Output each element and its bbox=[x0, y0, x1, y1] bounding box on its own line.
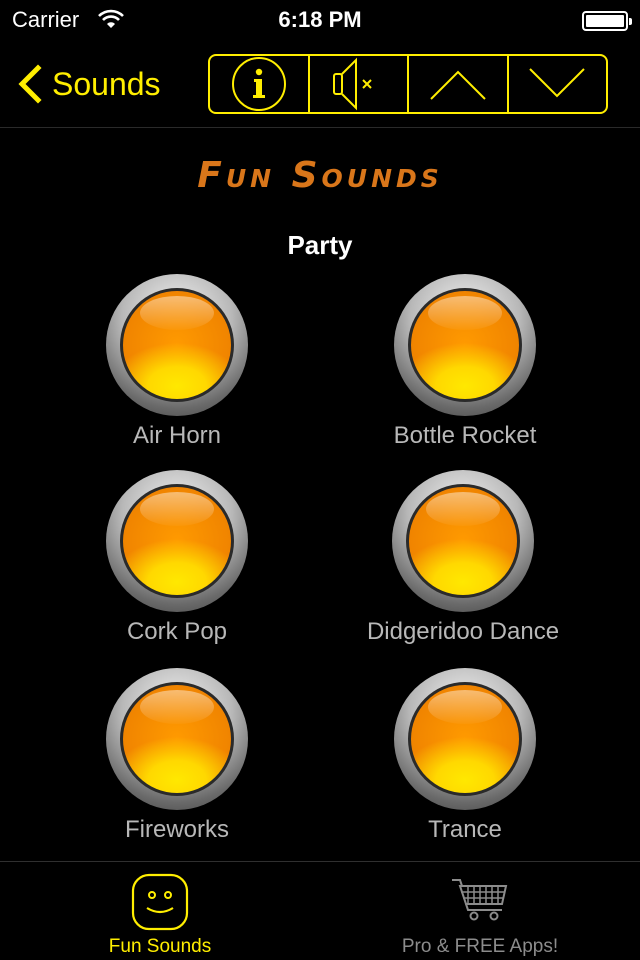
speaker-mute-icon bbox=[333, 57, 372, 111]
sound-button[interactable] bbox=[394, 274, 536, 416]
sound-item-fireworks[interactable]: Fireworks bbox=[33, 668, 321, 858]
info-button[interactable] bbox=[210, 56, 310, 112]
tab-fun-sounds[interactable]: Fun Sounds bbox=[0, 862, 320, 960]
previous-button[interactable] bbox=[409, 56, 509, 112]
chevron-left-icon bbox=[18, 64, 42, 104]
sound-item-bottle-rocket[interactable]: Bottle Rocket bbox=[321, 274, 609, 464]
sound-label: Bottle Rocket bbox=[393, 422, 537, 449]
info-icon bbox=[231, 57, 286, 111]
sound-label: Didgeridoo Dance bbox=[366, 618, 560, 645]
tab-label: Fun Sounds bbox=[108, 936, 212, 957]
tab-bar: Fun Sounds Pro & FREE Apps! bbox=[0, 861, 640, 960]
back-button[interactable]: Sounds bbox=[14, 62, 161, 106]
banner-title: Fun Sounds bbox=[197, 155, 443, 196]
sound-label: Air Horn bbox=[132, 422, 222, 449]
smiley-face-icon bbox=[131, 873, 189, 931]
back-label: Sounds bbox=[52, 65, 161, 102]
sound-item-trance[interactable]: Trance bbox=[321, 668, 609, 858]
navigation-bar: Sounds bbox=[0, 40, 640, 128]
sound-label: Fireworks bbox=[124, 816, 229, 843]
tab-pro-free-apps[interactable]: Pro & FREE Apps! bbox=[320, 862, 640, 960]
sound-item-cork-pop[interactable]: Cork Pop bbox=[33, 470, 321, 660]
chevron-down-icon bbox=[529, 68, 585, 98]
section-title: Party bbox=[287, 230, 353, 260]
sound-button[interactable] bbox=[106, 470, 248, 612]
sound-button[interactable] bbox=[106, 274, 248, 416]
sound-item-didgeridoo-dance[interactable]: Didgeridoo Dance bbox=[319, 470, 607, 660]
sound-label: Cork Pop bbox=[126, 618, 228, 645]
battery-icon bbox=[582, 11, 632, 31]
sound-button[interactable] bbox=[392, 470, 534, 612]
mute-button[interactable] bbox=[310, 56, 409, 112]
tab-label: Pro & FREE Apps! bbox=[401, 936, 559, 957]
next-button[interactable] bbox=[509, 56, 607, 112]
sound-button[interactable] bbox=[106, 668, 248, 810]
status-bar: Carrier 6:18 PM bbox=[0, 0, 640, 40]
sound-label: Trance bbox=[428, 816, 502, 843]
clock: 6:18 PM bbox=[278, 7, 362, 32]
sound-item-air-horn[interactable]: Air Horn bbox=[33, 274, 321, 464]
chevron-up-icon bbox=[430, 70, 486, 100]
sound-button[interactable] bbox=[394, 668, 536, 810]
toolbar bbox=[208, 54, 608, 114]
shopping-cart-icon bbox=[452, 879, 508, 921]
